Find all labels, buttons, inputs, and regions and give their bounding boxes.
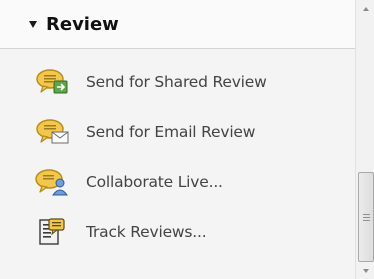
track-reviews-icon — [34, 216, 70, 248]
item-label: Track Reviews... — [86, 223, 207, 241]
review-section-header[interactable]: Review — [0, 0, 355, 49]
email-review-icon — [34, 116, 70, 148]
collaborate-live-icon — [34, 166, 70, 198]
expand-triangle-icon[interactable] — [29, 20, 37, 28]
section-title: Review — [46, 13, 119, 35]
thumb-grip-icon — [362, 216, 370, 218]
thumb-grip-icon — [362, 219, 370, 221]
scroll-down-button[interactable] — [356, 262, 374, 279]
scroll-down-arrow-icon — [362, 268, 369, 273]
vertical-scrollbar[interactable] — [355, 0, 374, 279]
send-for-email-review-item[interactable]: Send for Email Review — [34, 112, 255, 152]
track-reviews-item[interactable]: Track Reviews... — [34, 212, 207, 252]
item-label: Send for Shared Review — [86, 73, 267, 91]
item-label: Send for Email Review — [86, 123, 256, 141]
thumb-grip-icon — [362, 213, 370, 215]
scrollbar-thumb[interactable] — [358, 172, 374, 262]
scroll-up-arrow-icon — [362, 6, 369, 11]
item-label: Collaborate Live... — [86, 173, 223, 191]
collaborate-live-item[interactable]: Collaborate Live... — [34, 162, 223, 202]
send-for-shared-review-item[interactable]: Send for Shared Review — [34, 62, 267, 102]
scroll-up-button[interactable] — [356, 0, 374, 17]
shared-review-icon — [34, 66, 70, 98]
review-panel: Review Send for Shared Review Send for E… — [0, 0, 374, 279]
